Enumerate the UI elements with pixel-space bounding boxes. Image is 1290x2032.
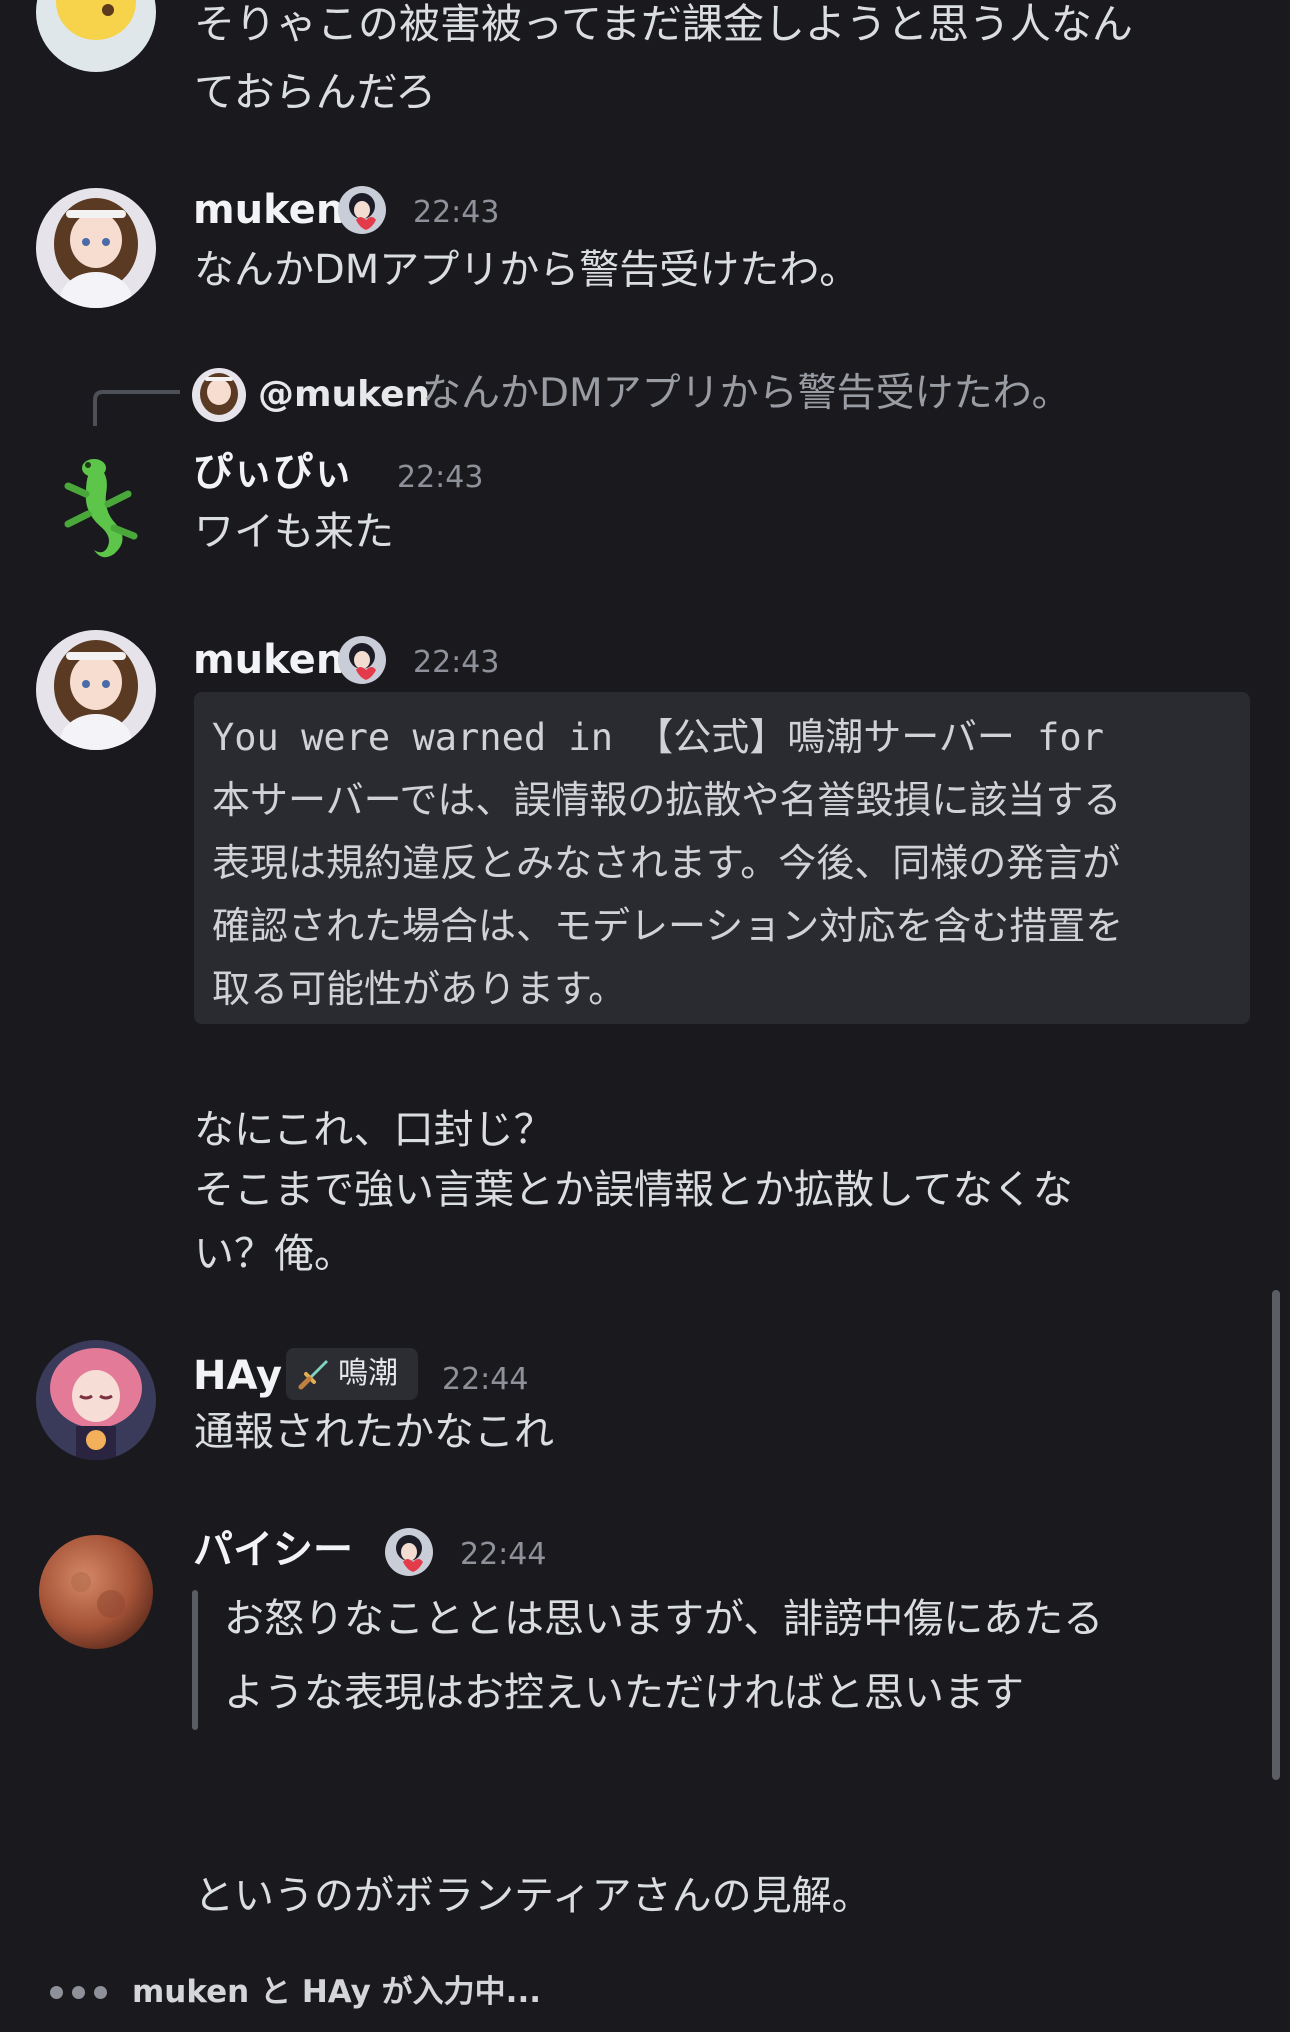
timestamp: 22:43: [397, 460, 484, 495]
avatar-muken[interactable]: [36, 630, 156, 750]
message-text-line: そこまで強い言葉とか誤情報とか拡散してなくな: [194, 1167, 1073, 1213]
anime-girl-avatar-icon: [36, 188, 156, 308]
anime-girl-avatar-icon: [36, 630, 156, 750]
message-text-line: い？俺。: [194, 1231, 354, 1277]
sword-icon: [298, 1360, 328, 1390]
code-line: 表現は規約違反とみなされます。今後、同様の発言が: [212, 841, 1121, 885]
avatar-pipi[interactable]: [36, 448, 156, 568]
code-line: 取る可能性があります。: [212, 967, 627, 1011]
username[interactable]: ぴぃぴぃ: [193, 448, 353, 496]
code-line: You were warned in 【公式】鳴潮サーバー for: [212, 706, 1232, 769]
code-server-name: 【公式】鳴潮サーバー: [635, 715, 1015, 759]
blockquote-bar: [192, 1590, 198, 1730]
code-line: 本サーバーでは、誤情報の拡散や名誉毀損に該当する: [212, 778, 1122, 822]
badge-avatar-icon: [338, 636, 386, 684]
code-block: You were warned in 【公式】鳴潮サーバー for 本サーバーで…: [194, 692, 1250, 1024]
message-text-line: なにこれ、口封じ？: [194, 1107, 554, 1153]
reply-mention[interactable]: @muken: [258, 372, 430, 418]
avatar-paishi[interactable]: [36, 1532, 156, 1652]
avatar-partial[interactable]: [36, 0, 156, 72]
reply-preview[interactable]: なんかDMアプリから警告受けたわ。: [422, 369, 1071, 419]
role-tag-label: 鳴潮: [338, 1356, 398, 1391]
timestamp: 22:44: [442, 1362, 529, 1397]
timestamp: 22:44: [460, 1537, 547, 1572]
lizard-icon: [64, 459, 138, 558]
username[interactable]: HAy: [193, 1352, 282, 1400]
avatar-hay[interactable]: [36, 1340, 156, 1460]
timestamp: 22:43: [413, 195, 500, 230]
code-line: 確認された場合は、モデレーション対応を含む措置を: [212, 904, 1124, 948]
timestamp: 22:43: [413, 645, 500, 680]
code-text: for: [1014, 716, 1104, 759]
blood-moon-avatar-icon: [36, 1532, 156, 1652]
badge-avatar-icon: [385, 1528, 433, 1576]
pikachu-avatar-icon: [36, 0, 156, 72]
blockquote-line: ような表現はお控えいただければと思います: [224, 1670, 1024, 1716]
typing-text: muken と HAy が入力中...: [132, 1974, 541, 2010]
message-text: なんかDMアプリから警告受けたわ。: [194, 247, 860, 293]
username[interactable]: パイシー: [193, 1526, 353, 1574]
avatar-muken[interactable]: [36, 188, 156, 308]
message-text-line: そりゃこの被害被ってまだ課金しようと思う人なん: [194, 0, 1133, 48]
role-tag[interactable]: 鳴潮: [286, 1348, 418, 1400]
message-text: というのがボランティアさんの見解。: [194, 1873, 872, 1919]
message-text-line: ておらんだろ: [194, 68, 437, 116]
scrollbar-thumb[interactable]: [1272, 1290, 1280, 1780]
badge-avatar-icon: [338, 186, 386, 234]
blockquote-line: お怒りなこととは思いますが、誹謗中傷にあたる: [224, 1596, 1104, 1642]
username[interactable]: muken: [193, 186, 344, 234]
reply-avatar: [192, 368, 246, 422]
message-text: ワイも来た: [194, 509, 394, 555]
message-text: 通報されたかなこれ: [194, 1409, 554, 1455]
pink-hair-girl-avatar-icon: [36, 1340, 156, 1460]
typing-dots-icon: [50, 1986, 112, 2000]
username[interactable]: muken: [193, 636, 344, 684]
code-text: You were warned in: [212, 716, 636, 759]
reply-connector: [93, 390, 180, 426]
typing-indicator-bar: muken と HAy が入力中...: [0, 1958, 1290, 2032]
clipped-next-line: ・ ・ ・ ・ ・ ・ ・ ・ ・ ・ ・ ・ ・ ・ ・ ・: [194, 1944, 1254, 1958]
